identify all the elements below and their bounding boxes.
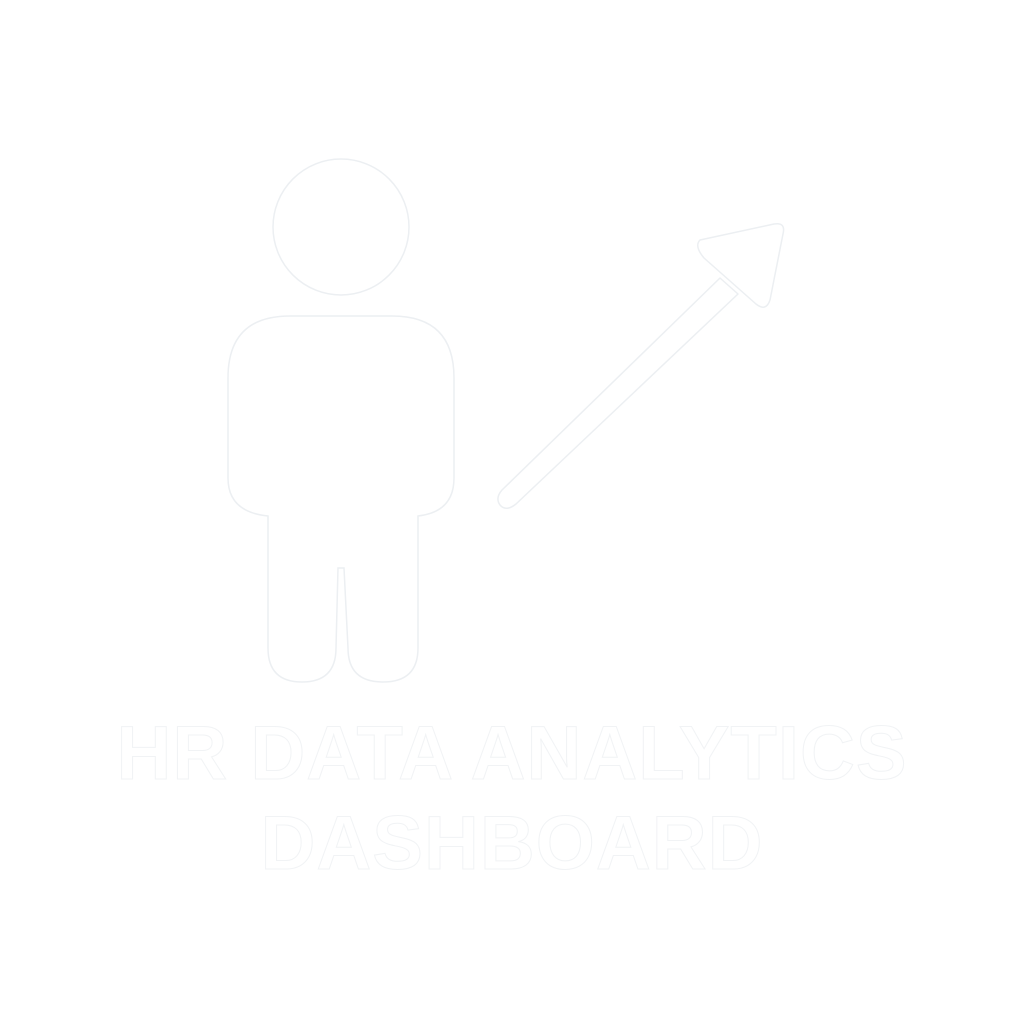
arrow-shaft <box>497 277 739 509</box>
person-head <box>272 158 410 296</box>
logo-canvas: HR DATA ANALYTICS DASHBOARD <box>0 0 1024 1024</box>
person-body <box>227 315 455 683</box>
person-icon <box>227 158 455 683</box>
trend-up-arrow-icon <box>497 222 785 509</box>
title-line-1: HR DATA ANALYTICS <box>116 711 908 796</box>
title-line-2: DASHBOARD <box>260 801 764 886</box>
